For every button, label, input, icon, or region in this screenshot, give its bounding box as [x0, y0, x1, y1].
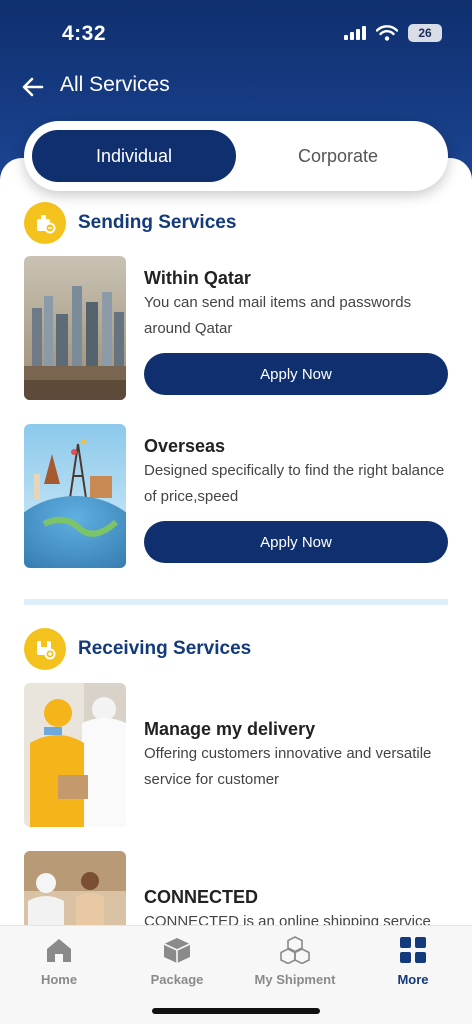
- service-card-overseas: Overseas Designed specifically to find t…: [24, 424, 448, 570]
- package-send-icon: [24, 202, 66, 244]
- service-card-manage-delivery: Manage my delivery Offering customers in…: [24, 683, 448, 829]
- tab-label: Home: [40, 972, 78, 987]
- tab-corporate[interactable]: Corporate: [236, 130, 440, 182]
- tab-home[interactable]: Home: [0, 936, 118, 987]
- card-description: You can send mail items and passwords ar…: [144, 294, 412, 337]
- boxes-icon: [280, 936, 310, 964]
- status-icons: 26: [344, 24, 442, 42]
- tab-package[interactable]: Package: [118, 936, 236, 987]
- delivery-courier-image: [24, 683, 126, 827]
- sending-services-header: Sending Services: [24, 202, 236, 244]
- card-title: CONNECTED: [144, 887, 259, 907]
- receiving-services-title: Receiving Services: [78, 638, 252, 659]
- tab-label: Package: [150, 972, 204, 987]
- service-card-connected: CONNECTED CONNECTED is an online shippin…: [24, 851, 448, 928]
- service-card-within-qatar: Within Qatar You can send mail items and…: [24, 256, 448, 402]
- tab-individual[interactable]: Individual: [32, 130, 236, 182]
- home-indicator[interactable]: [152, 1008, 320, 1014]
- overseas-landmarks-image: [24, 424, 126, 568]
- home-icon: [47, 939, 71, 962]
- service-type-toggle: Individual Corporate: [24, 121, 448, 191]
- card-description: Offering customers innovative and versat…: [144, 745, 432, 788]
- connected-service-image: [24, 851, 126, 928]
- tab-more[interactable]: More: [354, 936, 472, 987]
- apply-now-button[interactable]: Apply Now: [144, 353, 448, 395]
- apply-now-button[interactable]: Apply Now: [144, 521, 448, 563]
- section-divider: [24, 599, 448, 605]
- battery-indicator: 26: [408, 24, 442, 42]
- status-time: 4:32: [62, 22, 107, 45]
- receiving-services-header: Receiving Services: [24, 628, 251, 670]
- nav-bar: All Services: [0, 68, 472, 104]
- grid-icon: [400, 937, 426, 963]
- card-title: Within Qatar: [144, 268, 251, 288]
- qatar-skyline-image: [24, 256, 126, 400]
- status-bar: 4:32 26: [0, 0, 472, 70]
- tab-my-shipment[interactable]: My Shipment: [236, 936, 354, 987]
- card-title: Manage my delivery: [144, 719, 316, 739]
- card-title: Overseas: [144, 436, 226, 456]
- arrow-left-icon[interactable]: [20, 74, 46, 100]
- card-description: Designed specifically to find the right …: [144, 462, 445, 505]
- cellular-signal-icon: [344, 26, 366, 40]
- wifi-icon: [376, 25, 398, 41]
- package-receive-icon: [24, 628, 66, 670]
- sending-services-title: Sending Services: [78, 212, 237, 233]
- tab-label: More: [397, 972, 429, 987]
- package-icon: [163, 938, 191, 963]
- tab-label: My Shipment: [254, 972, 336, 987]
- main-content[interactable]: Sending Services Within Qatar You can se…: [0, 158, 472, 928]
- page-title: All Services: [60, 73, 170, 96]
